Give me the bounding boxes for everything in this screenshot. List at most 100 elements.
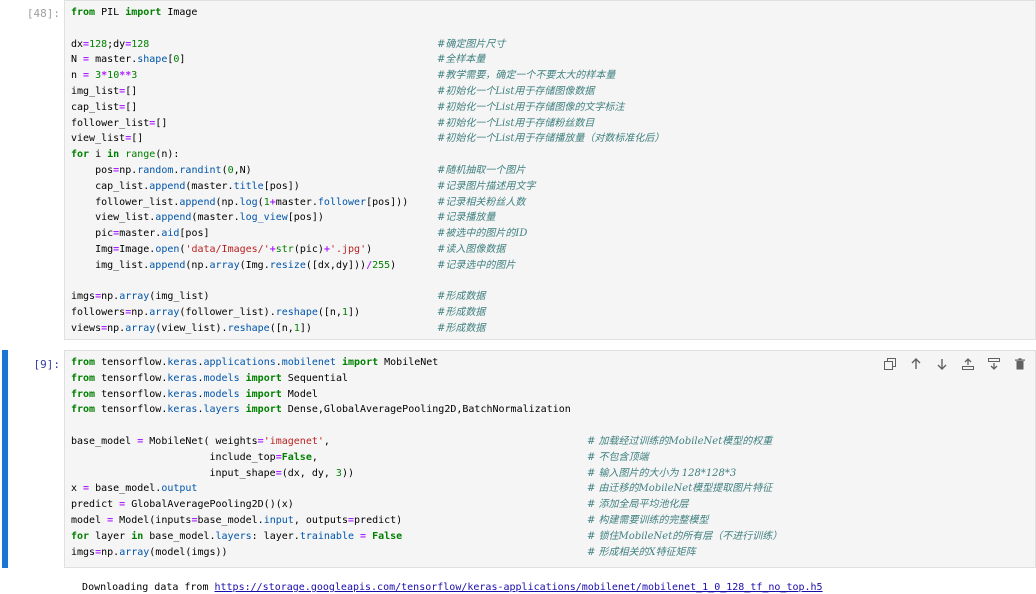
code-line: follower_list.append(np.log(1+master.fol… (71, 195, 1035, 211)
code-comment: #初始化一个List用于存储粉丝数目 (437, 117, 595, 129)
code-text: followers=np.array(follower_list).reshap… (71, 307, 361, 319)
code-comment: # 输入图片的大小为 128*128*3 (587, 467, 737, 479)
code-text: from tensorflow.keras.models import Sequ… (71, 372, 348, 384)
code-line: imgs=np.array(model(imgs)) # 形成相关的X特征矩阵 (71, 545, 1035, 561)
code-comment: #记录播放量 (437, 212, 496, 224)
cell-toolbar (882, 356, 1028, 372)
code-text: predict = GlobalAveragePooling2D()(x) (71, 499, 294, 511)
code-text: Img=Image.open('data/Images/'+str(pic)+'… (71, 243, 373, 255)
code-text: pic=master.aid[pos] (71, 228, 210, 240)
code-comment: #初始化一个List用于存储播放量（对数标准化后） (437, 133, 665, 145)
code-cell-9[interactable]: [9]: from tensorflow.keras.applications.… (0, 350, 1036, 568)
move-up-icon[interactable] (908, 356, 924, 372)
insert-below-icon[interactable] (986, 356, 1002, 372)
code-line: model = Model(inputs=base_model.input, o… (71, 513, 1035, 529)
code-line: followers=np.array(follower_list).reshap… (71, 305, 1035, 321)
code-comment: #记录选中的图片 (437, 259, 516, 271)
code-text: follower_list=[] (71, 117, 168, 129)
code-text: for layer in base_model.layers: layer.tr… (71, 530, 403, 542)
code-text: for i in range(n): (71, 149, 180, 161)
code-comment: #被选中的图片的ID (437, 228, 528, 240)
code-line: n = 3*10**3 #教学需要，确定一个不要太大的样本量 (71, 68, 1035, 84)
code-text: base_model = MobileNet( weights='imagene… (71, 435, 330, 447)
code-text: imgs=np.array(model(imgs)) (71, 546, 228, 558)
code-text: from tensorflow.keras.applications.mobil… (71, 357, 439, 368)
code-comment: #形成数据 (437, 307, 486, 319)
code-line: img_list.append(np.array(Img.resize([dx,… (71, 258, 1035, 274)
selection-bar (2, 350, 8, 568)
code-editor[interactable]: from tensorflow.keras.applications.mobil… (64, 350, 1036, 568)
code-comment: #教学需要，确定一个不要太大的样本量 (437, 70, 616, 82)
code-text: view_list=[] (71, 133, 144, 145)
code-lines: from PIL import Image dx=128;dy=128 #确定图片尺… (71, 5, 1035, 337)
code-comment: #初始化一个List用于存储图像的文字标注 (437, 101, 625, 113)
code-text: from tensorflow.keras.models import Mode… (71, 388, 318, 400)
copy-icon[interactable] (882, 356, 898, 372)
code-text: input_shape=(dx, dy, 3)) (71, 467, 354, 479)
code-comment: # 不包含顶端 (587, 451, 649, 463)
move-down-icon[interactable] (934, 356, 950, 372)
code-text: from tensorflow.keras.layers import Dens… (71, 404, 571, 416)
code-line: views=np.array(view_list).reshape([n,1])… (71, 321, 1035, 337)
code-line: cap_list.append(master.title[pos]) #记录图片描… (71, 179, 1035, 195)
download-link[interactable]: https://storage.googleapis.com/tensorflo… (215, 582, 823, 593)
code-line: input_shape=(dx, dy, 3)) # 输入图片的大小为 128*1… (71, 466, 1035, 482)
code-line: view_list=[] #初始化一个List用于存储播放量（对数标准化后） (71, 131, 1035, 147)
code-line: pos=np.random.randint(0,N) #随机抽取一个图片 (71, 163, 1035, 179)
code-text: x = base_model.output (71, 483, 198, 495)
code-line: img_list=[] #初始化一个List用于存储图像数据 (71, 84, 1035, 100)
code-text: n = 3*10**3 (71, 70, 138, 82)
code-comment: # 加载经过训练的MobileNet模型的权重 (587, 435, 773, 447)
code-lines: from tensorflow.keras.applications.mobil… (71, 355, 1035, 560)
insert-above-icon[interactable] (960, 356, 976, 372)
code-comment: # 构建需要训练的完整模型 (587, 514, 709, 526)
code-comment: #初始化一个List用于存储图像数据 (437, 85, 595, 97)
code-text: from PIL import Image (71, 7, 198, 18)
cell-prompt: [48]: (26, 7, 60, 20)
code-comment: # 形成相关的X特征矩阵 (587, 546, 696, 558)
code-line: dx=128;dy=128 #确定图片尺寸 (71, 37, 1035, 53)
code-comment: # 锁住MobileNet的所有层（不进行训练） (587, 530, 783, 542)
code-comment: # 添加全局平均池化层 (587, 499, 689, 511)
delete-icon[interactable] (1012, 356, 1028, 372)
code-text: model = Model(inputs=base_model.input, o… (71, 514, 403, 526)
cell-output: Downloading data from https://storage.go… (70, 570, 823, 594)
code-text: cap_list.append(master.title[pos]) (71, 180, 300, 192)
code-comment: #全样本量 (437, 54, 486, 66)
code-line: Img=Image.open('data/Images/'+str(pic)+'… (71, 242, 1035, 258)
code-comment: #记录图片描述用文字 (437, 180, 536, 192)
code-text: img_list=[] (71, 85, 138, 97)
code-line: from PIL import Image (71, 5, 1035, 21)
code-comment: #随机抽取一个图片 (437, 164, 526, 176)
output-prefix: Downloading data from (82, 582, 215, 593)
code-line: N = master.shape[0] #全样本量 (71, 52, 1035, 68)
cell-prompt: [9]: (33, 358, 61, 371)
code-line: pic=master.aid[pos] #被选中的图片的ID (71, 226, 1035, 242)
code-text: cap_list=[] (71, 101, 138, 113)
code-text: view_list.append(master.log_view[pos]) (71, 212, 324, 224)
code-text: include_top=False, (71, 451, 318, 463)
code-comment: #记录相关粉丝人数 (437, 196, 526, 208)
code-line: for layer in base_model.layers: layer.tr… (71, 529, 1035, 545)
code-line: follower_list=[] #初始化一个List用于存储粉丝数目 (71, 116, 1035, 132)
code-editor[interactable]: from PIL import Image dx=128;dy=128 #确定图片尺… (64, 0, 1036, 340)
code-text: views=np.array(view_list).reshape([n,1]) (71, 322, 312, 334)
code-line: view_list.append(master.log_view[pos]) #记… (71, 210, 1035, 226)
code-text: dx=128;dy=128 (71, 38, 150, 50)
code-cell-48[interactable]: [48]: from PIL import Image dx=128;dy=128… (0, 0, 1036, 340)
code-text: N = master.shape[0] (71, 54, 186, 66)
code-line: imgs=np.array(img_list) #形成数据 (71, 289, 1035, 305)
code-comment: # 由迁移的MobileNet模型提取图片特征 (587, 483, 773, 495)
code-comment: #形成数据 (437, 322, 486, 334)
code-line: for i in range(n): (71, 147, 1035, 163)
code-line: x = base_model.output # 由迁移的MobileNet模型提取… (71, 481, 1035, 497)
code-comment: #确定图片尺寸 (437, 38, 506, 50)
code-text: imgs=np.array(img_list) (71, 291, 210, 303)
code-text: pos=np.random.randint(0,N) (71, 164, 252, 176)
code-line: predict = GlobalAveragePooling2D()(x) # 添… (71, 497, 1035, 513)
code-line: from tensorflow.keras.models import Sequ… (71, 371, 1035, 387)
code-comment: #读入图像数据 (437, 243, 506, 255)
